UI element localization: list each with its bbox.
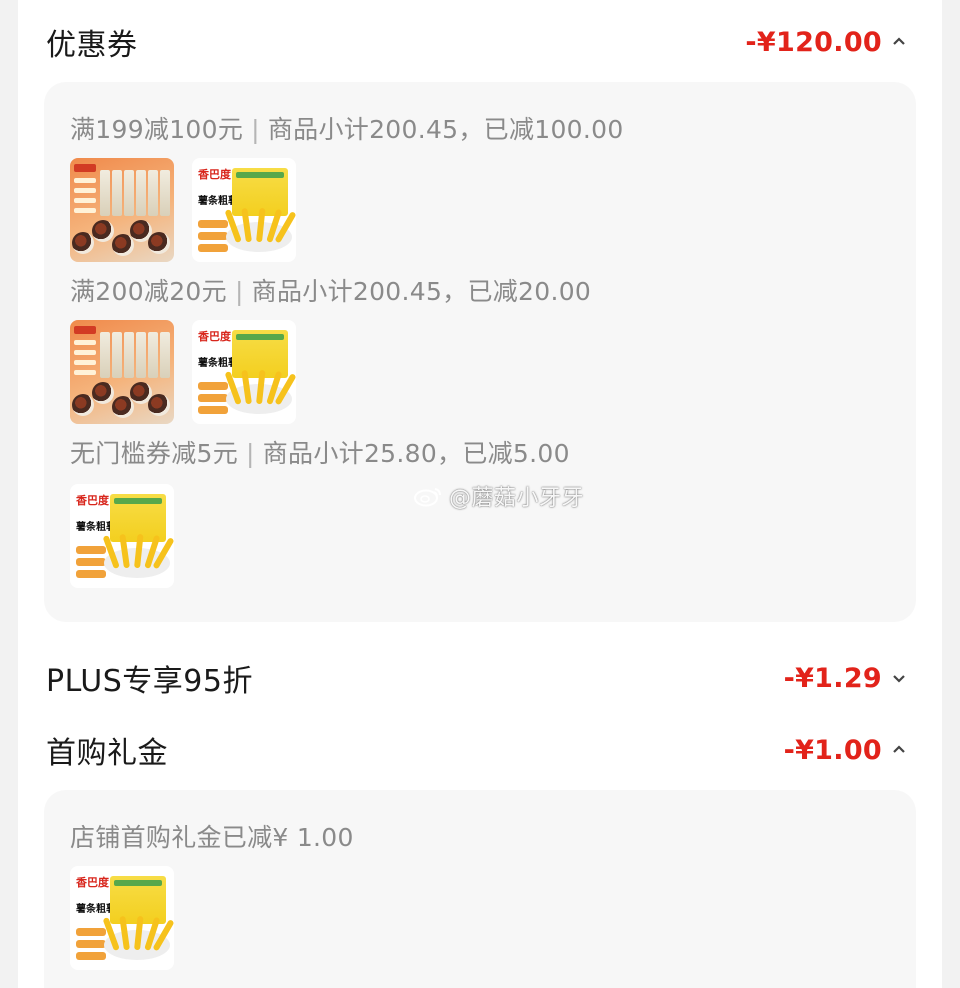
- first-buy-detail-text: 店铺首购礼金已减¥ 1.00: [70, 823, 354, 852]
- coupon-rule-line-1: 满199减100元 | 商品小计200.45，已减100.00: [70, 110, 624, 146]
- coupon-amount: -¥120.00: [745, 26, 882, 58]
- first-buy-section-header[interactable]: 首购礼金 -¥1.00: [46, 720, 910, 780]
- plus-amount-group[interactable]: -¥1.29: [784, 663, 910, 694]
- first-buy-amount-group[interactable]: -¥1.00: [784, 735, 910, 766]
- chevron-up-icon[interactable]: [888, 739, 910, 761]
- french-fries-pack-image[interactable]: 香巴度 薯条粗薯: [192, 320, 296, 424]
- weibo-icon: [414, 488, 441, 507]
- coupon-rule-detail: 商品小计200.45，已减100.00: [267, 115, 624, 144]
- chevron-down-icon[interactable]: [888, 667, 910, 689]
- coupon-rule-3-products: 香巴度 薯条粗薯: [70, 484, 174, 588]
- fries-brand: 香巴度: [76, 876, 109, 889]
- first-buy-amount: -¥1.00: [783, 734, 882, 766]
- french-fries-pack-image[interactable]: 香巴度 薯条粗薯: [192, 158, 296, 262]
- snack-gift-box-image[interactable]: [70, 320, 174, 424]
- first-buy-detail-panel: 店铺首购礼金已减¥ 1.00 香巴度 薯条粗薯: [44, 790, 916, 988]
- rule-separator: |: [246, 439, 255, 468]
- coupon-rule-name: 无门槛券减5元: [70, 439, 239, 468]
- coupon-rule-line-3: 无门槛券减5元 | 商品小计25.80，已减5.00: [70, 434, 570, 470]
- plus-discount-title: PLUS专享95折: [46, 664, 253, 699]
- coupon-amount-group[interactable]: -¥120.00: [745, 27, 910, 58]
- plus-discount-section-header[interactable]: PLUS专享95折 -¥1.29: [46, 648, 910, 708]
- french-fries-pack-image[interactable]: 香巴度 薯条粗薯: [70, 484, 174, 588]
- chevron-up-icon[interactable]: [888, 31, 910, 53]
- coupon-rule-name: 满200减20元: [70, 277, 227, 306]
- coupon-rule-2-products: 香巴度 薯条粗薯: [70, 320, 296, 424]
- snack-gift-box-image[interactable]: [70, 158, 174, 262]
- french-fries-pack-image[interactable]: 香巴度 薯条粗薯: [70, 866, 174, 970]
- fries-brand: 香巴度: [198, 168, 231, 181]
- fries-brand: 香巴度: [198, 330, 231, 343]
- weibo-watermark: @蘑菇小牙牙: [413, 480, 584, 512]
- rule-separator: |: [234, 277, 244, 306]
- coupon-section-title: 优惠券: [46, 28, 138, 63]
- coupon-rule-1-products: 香巴度 薯条粗薯: [70, 158, 296, 262]
- coupon-rule-line-2: 满200减20元 | 商品小计200.45，已减20.00: [70, 272, 591, 308]
- coupon-detail-panel: 满199减100元 | 商品小计200.45，已减100.00 香巴度 薯条粗薯 满…: [44, 82, 916, 622]
- first-buy-products: 香巴度 薯条粗薯: [70, 866, 174, 970]
- watermark-text: @蘑菇小牙牙: [449, 486, 585, 511]
- coupon-rule-detail: 商品小计25.80，已减5.00: [262, 439, 570, 468]
- coupon-rule-detail: 商品小计200.45，已减20.00: [251, 277, 592, 306]
- coupon-rule-name: 满199减100元: [70, 115, 244, 144]
- fries-brand: 香巴度: [76, 494, 109, 507]
- coupon-section-header[interactable]: 优惠券 -¥120.00: [46, 12, 910, 72]
- rule-separator: |: [251, 115, 260, 144]
- first-buy-title: 首购礼金: [46, 736, 168, 771]
- plus-discount-amount: -¥1.29: [783, 662, 882, 694]
